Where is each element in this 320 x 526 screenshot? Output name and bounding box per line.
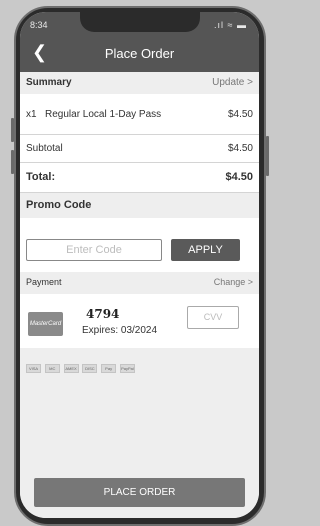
card-last4: 4794 [86,307,120,321]
status-icons: .ıl ≈ ▬ [214,20,247,30]
subtotal-value: $4.50 [227,143,253,154]
app-screen: 8:34 .ıl ≈ ▬ ❮ Place Order Summary Updat… [20,12,259,518]
promo-section-header: Promo Code [20,192,259,218]
accepted-cards-strip: VISA MC AMEX DISC Pay PayPal [20,348,259,448]
summary-section-header: Summary Update > [20,72,259,94]
item-qty: x1 [26,109,37,120]
volume-down-button [11,150,14,174]
volume-up-button [11,118,14,142]
mastercard-icon: MasterCard [28,312,63,336]
app-header: 8:34 .ıl ≈ ▬ ❮ Place Order [20,12,259,72]
visa-icon: VISA [26,364,41,373]
mastercard-small-icon: MC [44,364,60,373]
card-expiry: Expires: 03/2024 [82,325,158,336]
accepted-brands: VISA MC AMEX DISC Pay PayPal [26,364,136,374]
subtotal-row: Subtotal $4.50 [20,134,259,162]
promo-code-input[interactable]: Enter Code [26,239,162,261]
apply-button[interactable]: APPLY [171,239,240,261]
cvv-input[interactable]: CVV [187,306,239,329]
discover-icon: DISC [82,364,98,373]
payment-heading: Payment [26,277,62,287]
item-price: $4.50 [227,109,253,120]
amex-icon: AMEX [63,364,79,373]
total-row: Total: $4.50 [20,162,259,192]
paypal-icon: PayPal [119,364,135,373]
power-button [266,136,269,176]
payment-section-header: Payment Change > [20,272,259,294]
total-value: $4.50 [225,171,253,183]
apple-pay-icon: Pay [101,364,117,373]
total-label: Total: [26,171,56,183]
page-title: Place Order [104,46,175,61]
place-order-button[interactable]: PLACE ORDER [34,478,245,507]
status-time: 8:34 [30,20,48,30]
update-link[interactable]: Update > [212,77,253,88]
item-name: Regular Local 1-Day Pass [45,109,162,120]
notch [80,12,200,32]
summary-heading: Summary [26,77,72,88]
change-link[interactable]: Change > [214,277,253,287]
order-item-row: x1 Regular Local 1-Day Pass $4.50 [20,94,259,134]
subtotal-label: Subtotal [26,143,63,154]
promo-heading: Promo Code [26,199,92,211]
